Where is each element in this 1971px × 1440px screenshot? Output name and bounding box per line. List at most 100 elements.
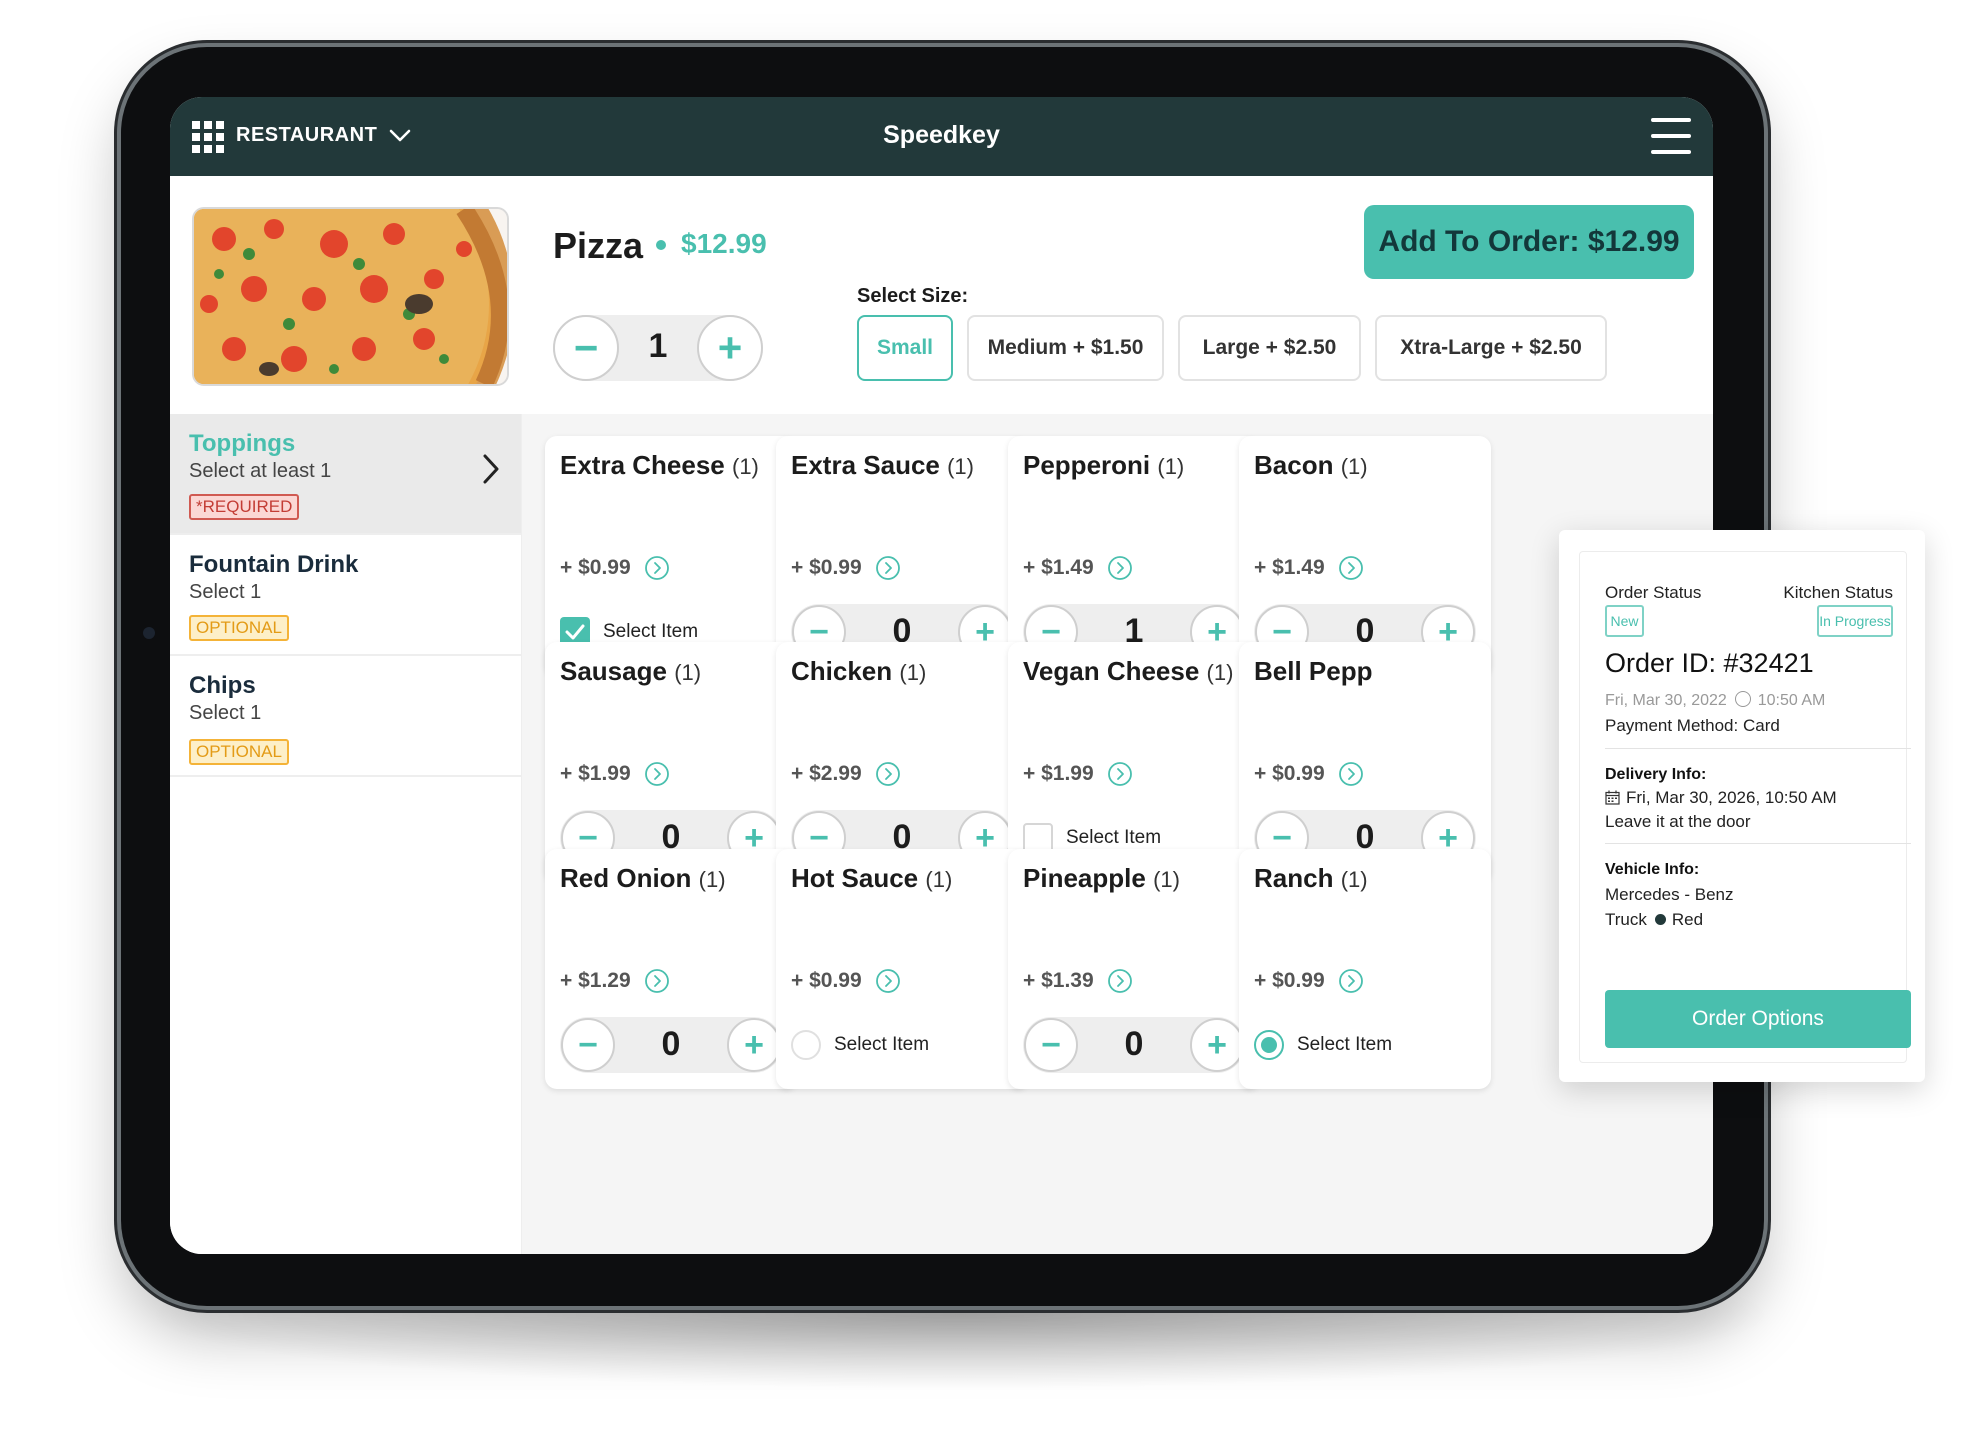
topping-count: (1) [1157, 454, 1185, 479]
chevron-circle-info-icon[interactable] [875, 968, 901, 994]
chevron-right-icon[interactable] [479, 452, 503, 486]
topping-name-text: Sausage [560, 656, 667, 686]
chevron-circle-info-icon[interactable] [644, 555, 670, 581]
topping-quantity-stepper: − 0 + [560, 1017, 782, 1073]
topping-name: Bacon (1) [1254, 450, 1368, 481]
product-name: Pizza [553, 225, 644, 266]
kitchen-status-badge: In Progress [1817, 605, 1893, 637]
app-title: Speedkey [883, 121, 1000, 149]
topping-name-text: Bell Pepp [1254, 656, 1373, 686]
delivery-info-heading: Delivery Info: [1605, 766, 1707, 783]
topping-name: Sausage (1) [560, 656, 701, 687]
select-item-label: Select Item [834, 1034, 930, 1055]
size-medium-button[interactable]: Medium + $1.50 [967, 315, 1164, 381]
chevron-circle-info-icon[interactable] [1107, 555, 1133, 581]
chevron-circle-info-icon[interactable] [875, 761, 901, 787]
chevron-circle-info-icon[interactable] [644, 761, 670, 787]
topping-name-text: Ranch [1254, 863, 1334, 893]
chevron-circle-info-icon[interactable] [1338, 555, 1364, 581]
hamburger-menu-icon[interactable] [1651, 118, 1691, 154]
delivery-time: Fri, Mar 30, 2026, 10:50 AM [1605, 788, 1837, 808]
sidebar-item-subtitle: Select 1 [189, 702, 262, 724]
topping-price: + $1.29 [560, 969, 631, 992]
increase-topping-button[interactable]: + [1190, 1018, 1244, 1072]
topping-price: + $0.99 [791, 556, 862, 579]
topping-name: Pepperoni (1) [1023, 450, 1184, 481]
topping-card[interactable]: Pineapple (1) + $1.39 − 0 + [1008, 849, 1260, 1089]
sidebar-item-title: Chips [189, 672, 256, 699]
topping-name: Ranch (1) [1254, 863, 1368, 894]
topping-count: (1) [1340, 867, 1368, 892]
topping-quantity: 0 [1124, 1025, 1144, 1063]
topping-card[interactable]: Ranch (1) + $0.99 Select Item [1239, 849, 1491, 1089]
topping-card[interactable]: Pepperoni (1) + $1.49−1 + [1008, 436, 1260, 676]
topping-name: Vegan Cheese (1) [1023, 656, 1233, 687]
size-small-button[interactable]: Small [857, 315, 953, 381]
delivery-note: Leave it at the door [1605, 812, 1751, 831]
sidebar-item-subtitle: Select at least 1 [189, 460, 332, 482]
topping-count: (1) [698, 867, 726, 892]
chevron-circle-info-icon[interactable] [644, 968, 670, 994]
size-large-button[interactable]: Large + $2.50 [1178, 315, 1361, 381]
delivery-time-text: Fri, Mar 30, 2026, 10:50 AM [1626, 788, 1837, 807]
topping-card[interactable]: Chicken (1) + $2.99−0 + [776, 642, 1028, 882]
topping-name: Extra Sauce (1) [791, 450, 974, 481]
order-date: Fri, Mar 30, 2022 10:50 AM [1605, 691, 1825, 710]
chevron-circle-info-icon[interactable] [1107, 761, 1133, 787]
topping-count: (1) [1206, 660, 1234, 685]
chevron-circle-info-icon[interactable] [1338, 968, 1364, 994]
topping-count: (1) [925, 867, 953, 892]
decrease-quantity-button[interactable]: − [553, 315, 619, 381]
select-radio[interactable] [791, 1030, 821, 1060]
topping-name: Hot Sauce (1) [791, 863, 952, 894]
add-to-order-button[interactable]: Add To Order: $12.99 [1364, 205, 1694, 279]
topping-count: (1) [732, 454, 759, 479]
size-label: Select Size: [857, 285, 969, 307]
topping-name: Bell Pepp [1254, 656, 1372, 687]
top-bar: RESTAURANT Speedkey [170, 97, 1713, 176]
topping-count: (1) [947, 454, 974, 479]
topping-price: + $1.49 [1023, 556, 1094, 579]
topping-count: (1) [899, 660, 927, 685]
select-item-label: Select Item [603, 621, 699, 642]
topping-card[interactable]: Extra Cheese (1) + $0.99 Select Item [545, 436, 797, 676]
sidebar-item-title: Toppings [189, 430, 296, 457]
topping-name-text: Red Onion [560, 863, 692, 893]
chevron-circle-info-icon[interactable] [875, 555, 901, 581]
topping-card[interactable]: Extra Sauce (1) + $0.99−0 + [776, 436, 1028, 676]
vehicle-type: Truck [1605, 910, 1647, 929]
order-time-text: 10:50 AM [1757, 692, 1826, 709]
sidebar-item-toppings[interactable]: Toppings Select at least 1 *REQUIRED [170, 414, 521, 535]
decrease-topping-button[interactable]: − [561, 1018, 615, 1072]
toppings-grid: Extra Cheese (1) + $0.99 Select Item Extra … [522, 414, 1713, 1254]
order-options-button[interactable]: Order Options [1605, 990, 1911, 1048]
optional-badge: OPTIONAL [189, 615, 289, 641]
optional-badge: OPTIONAL [189, 739, 289, 765]
increase-quantity-button[interactable]: + [697, 315, 763, 381]
pizza-image [192, 207, 509, 386]
topping-card[interactable]: Vegan Cheese (1) + $1.99 Select Item [1008, 642, 1260, 882]
topping-card[interactable]: Red Onion (1) + $1.29 − 0 + [545, 849, 797, 1089]
sidebar-item-subtitle: Select 1 [189, 581, 262, 603]
chevron-circle-info-icon[interactable] [1338, 761, 1364, 787]
size-xtra-large-button[interactable]: Xtra-Large + $2.50 [1375, 315, 1607, 381]
chevron-circle-info-icon[interactable] [1107, 968, 1133, 994]
sidebar-item-fountain-drink[interactable]: Fountain Drink Select 1 OPTIONAL [170, 535, 521, 656]
topping-card[interactable]: Bacon (1) + $1.49−0 + [1239, 436, 1491, 676]
topping-count: (1) [674, 660, 702, 685]
topping-card[interactable]: Bell Pepp + $0.99−0 + [1239, 642, 1491, 882]
payment-method: Payment Method: Card [1605, 716, 1780, 735]
topping-name-text: Extra Sauce [791, 450, 940, 480]
topping-price: + $0.99 [1254, 762, 1325, 785]
topping-card[interactable]: Sausage (1) + $1.99−0 + [545, 642, 797, 882]
topping-name: Red Onion (1) [560, 863, 726, 894]
order-status-panel: Order Status Kitchen Status New In Progr… [1559, 530, 1925, 1082]
topping-name: Extra Cheese (1) [560, 450, 759, 481]
vehicle-info-heading: Vehicle Info: [1605, 861, 1700, 878]
select-radio-selected[interactable] [1254, 1030, 1284, 1060]
increase-topping-button[interactable]: + [727, 1018, 781, 1072]
topping-price: + $1.99 [1023, 762, 1094, 785]
topping-card[interactable]: Hot Sauce (1) + $0.99 Select Item [776, 849, 1028, 1089]
sidebar-item-chips[interactable]: Chips Select 1 OPTIONAL [170, 656, 521, 777]
decrease-topping-button[interactable]: − [1024, 1018, 1078, 1072]
